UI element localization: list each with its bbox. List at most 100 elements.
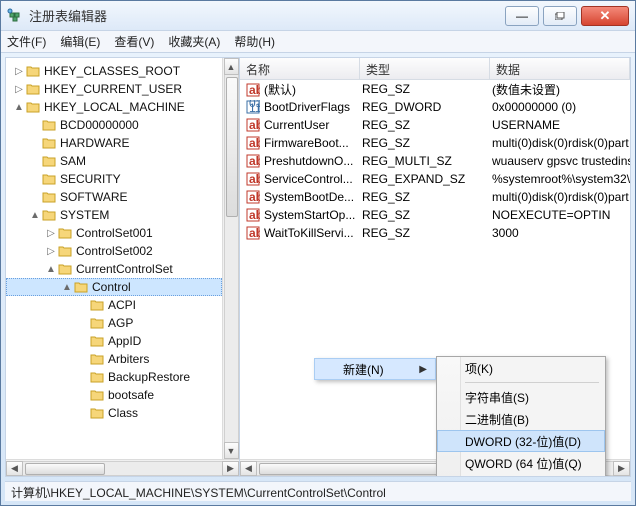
value-icon: ab [246,83,260,97]
svg-text:ab: ab [249,154,260,168]
value-icon: ab [246,154,260,168]
scroll-thumb[interactable] [25,463,105,475]
list-row[interactable]: ab(默认)REG_SZ(数值未设置) [240,80,630,98]
context-item-qword[interactable]: QWORD (64 位)值(Q) [437,452,605,474]
list-row[interactable]: 011110BootDriverFlagsREG_DWORD0x00000000… [240,98,630,116]
folder-icon [26,83,40,95]
menu-file[interactable]: 文件(F) [7,33,46,50]
registry-tree[interactable]: ▷HKEY_CLASSES_ROOT▷HKEY_CURRENT_USER▲HKE… [6,58,222,426]
minimize-button[interactable]: — [505,6,539,26]
tree-node[interactable]: ▲HKEY_LOCAL_MACHINE [6,98,222,116]
expand-icon[interactable]: ▷ [44,228,58,239]
tree-node-label: SOFTWARE [60,190,128,204]
expand-icon[interactable]: ▲ [12,102,26,113]
scroll-thumb[interactable] [226,77,238,217]
tree-node[interactable]: ▷Class [6,404,222,422]
tree-node[interactable]: ▷ACPI [6,296,222,314]
context-item-string[interactable]: 字符串值(S) [437,386,605,408]
scroll-down-icon[interactable]: ▼ [224,442,239,459]
scroll-right-icon[interactable]: ▶ [222,461,239,476]
cell-data: multi(0)disk(0)rdisk(0)part [490,136,630,150]
tree-node[interactable]: ▷AppID [6,332,222,350]
tree-node[interactable]: ▷HARDWARE [6,134,222,152]
tree-node[interactable]: ▲Control [6,278,222,296]
window-buttons: — ✕ [501,6,629,26]
value-icon: ab [246,226,260,240]
scroll-track[interactable] [23,461,222,476]
tree-node[interactable]: ▲CurrentControlSet [6,260,222,278]
context-item-multi[interactable]: 多字符串值(M) [437,474,605,477]
list-row[interactable]: abFirmwareBoot...REG_SZmulti(0)disk(0)rd… [240,134,630,152]
context-item-key[interactable]: 项(K) [437,357,605,379]
list-row[interactable]: abWaitToKillServi...REG_SZ3000 [240,224,630,242]
list-row[interactable]: abSystemBootDe...REG_SZmulti(0)disk(0)rd… [240,188,630,206]
cell-data: %systemroot%\system32\ [490,172,630,186]
column-header-name[interactable]: 名称 [240,58,360,79]
tree-node[interactable]: ▷bootsafe [6,386,222,404]
scroll-up-icon[interactable]: ▲ [224,58,239,75]
minimize-icon: — [516,9,528,23]
cell-type: REG_SZ [360,226,490,240]
tree-node[interactable]: ▷SECURITY [6,170,222,188]
scroll-left-icon[interactable]: ◀ [6,461,23,476]
context-item-binary[interactable]: 二进制值(B) [437,408,605,430]
folder-icon [58,245,72,257]
folder-icon [42,191,56,203]
expand-icon[interactable]: ▲ [44,264,58,275]
folder-icon [90,389,104,401]
menu-view[interactable]: 查看(V) [114,33,154,50]
tree-node[interactable]: ▷SAM [6,152,222,170]
maximize-button[interactable] [543,6,577,26]
regedit-app-icon [7,8,23,24]
scroll-left-icon[interactable]: ◀ [240,461,257,476]
folder-icon [90,335,104,347]
tree-node[interactable]: ▷BCD00000000 [6,116,222,134]
close-icon: ✕ [600,8,611,24]
cell-name: 011110BootDriverFlags [244,100,360,115]
scroll-track[interactable] [224,75,239,442]
expand-icon[interactable]: ▲ [60,282,74,293]
tree-node[interactable]: ▷Arbiters [6,350,222,368]
column-header-type[interactable]: 类型 [360,58,490,79]
maximize-icon [555,9,565,23]
context-item-new[interactable]: 新建(N) ▶ [314,358,436,380]
submenu-arrow-icon: ▶ [419,364,427,375]
cell-name: abCurrentUser [244,118,360,133]
menu-favorites[interactable]: 收藏夹(A) [168,33,220,50]
expand-icon[interactable]: ▷ [44,246,58,257]
list-row[interactable]: abPreshutdownO...REG_MULTI_SZwuauserv gp… [240,152,630,170]
list-row[interactable]: abCurrentUserREG_SZUSERNAME [240,116,630,134]
context-item-dword[interactable]: DWORD (32-位)值(D) [437,430,605,452]
tree-node[interactable]: ▷AGP [6,314,222,332]
list-row[interactable]: abServiceControl...REG_EXPAND_SZ%systemr… [240,170,630,188]
tree-node[interactable]: ▷SOFTWARE [6,188,222,206]
scroll-right-icon[interactable]: ▶ [613,461,630,476]
tree-node[interactable]: ▷ HKEY_CURRENT_USER [6,80,222,98]
menu-separator [465,382,599,383]
tree-node[interactable]: ▷HKEY_CLASSES_ROOT [6,62,222,80]
tree-node[interactable]: ▷ControlSet001 [6,224,222,242]
titlebar: 注册表编辑器 — ✕ [1,1,635,31]
cell-type: REG_SZ [360,190,490,204]
expand-icon[interactable]: ▷ [12,84,26,95]
tree-node[interactable]: ▷ControlSet002 [6,242,222,260]
menu-edit[interactable]: 编辑(E) [60,33,100,50]
value-icon: ab [246,208,260,222]
tree-node[interactable]: ▷BackupRestore [6,368,222,386]
menu-help[interactable]: 帮助(H) [234,33,275,50]
cell-data: multi(0)disk(0)rdisk(0)part [490,190,630,204]
tree-horizontal-scrollbar[interactable]: ◀ ▶ [6,459,239,476]
cell-type: REG_EXPAND_SZ [360,172,490,186]
close-button[interactable]: ✕ [581,6,629,26]
folder-icon [58,263,72,275]
column-header-data[interactable]: 数据 [490,58,630,79]
context-item-label: 多字符串值(M) [465,477,543,478]
expand-icon[interactable]: ▷ [12,66,26,77]
context-item-label: 二进制值(B) [465,411,529,428]
tree-node-label: HKEY_CURRENT_USER [44,82,182,96]
statusbar: 计算机\HKEY_LOCAL_MACHINE\SYSTEM\CurrentCon… [5,481,631,501]
list-row[interactable]: abSystemStartOp...REG_SZ NOEXECUTE=OPTIN [240,206,630,224]
expand-icon[interactable]: ▲ [28,210,42,221]
tree-node[interactable]: ▲SYSTEM [6,206,222,224]
tree-vertical-scrollbar[interactable]: ▲ ▼ [222,58,239,459]
